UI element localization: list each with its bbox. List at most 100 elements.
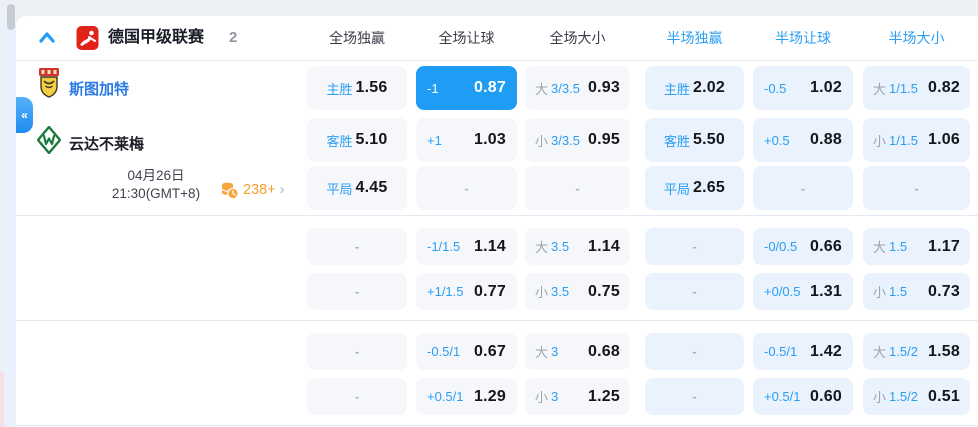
odds-value: 0.67 — [474, 342, 506, 360]
ft-handicap-alt-cell[interactable]: -0.5/1 0.67 — [416, 333, 517, 370]
ft-handicap-alt-cell[interactable]: -1/1.5 1.14 — [416, 228, 517, 265]
ft-1x2-home-cell[interactable]: 主胜 1.56 — [307, 66, 407, 110]
ht-1x2-home-cell[interactable]: 主胜 2.02 — [645, 66, 744, 110]
odds-value: 2.02 — [693, 79, 725, 96]
ou-side: 小 — [535, 133, 549, 149]
ht-under-cell[interactable]: 小 1/1.5 1.06 — [863, 118, 970, 162]
handicap-line: -1/1.5 — [427, 239, 461, 254]
handicap-line: +0.5/1 — [764, 389, 801, 404]
odds-label: 主胜 — [326, 81, 353, 97]
odds-value: 0.88 — [810, 131, 842, 148]
handicap-line: -0.5 — [764, 80, 787, 96]
ht-handicap-alt-cell[interactable]: +0.5/1 0.60 — [753, 378, 853, 415]
league-header-row: 德国甲级联赛 2 全场独赢 全场让球 全场大小 半场独赢 半场让球 半场大小 — [16, 16, 978, 61]
odds-value: 0.51 — [928, 387, 960, 405]
ou-side: 大 — [873, 81, 887, 97]
empty-odds-cell: - — [645, 333, 744, 370]
ft-over-alt-cell[interactable]: 大 3 0.68 — [525, 333, 630, 370]
handicap-line: +0/0.5 — [764, 284, 801, 299]
ft-over-cell[interactable]: 大 3/3.5 0.93 — [525, 66, 630, 110]
odds-value: 0.87 — [474, 79, 506, 96]
odds-value: 0.73 — [928, 282, 960, 300]
ht-handicap-away-cell[interactable]: +0.5 0.88 — [753, 118, 853, 162]
ou-side: 大 — [873, 240, 887, 255]
empty-odds-cell: - — [645, 378, 744, 415]
empty-odds-cell: - — [307, 273, 407, 310]
group-separator — [16, 215, 978, 216]
betting-page: « 德国甲级联赛 2 全场独赢 全场让球 全场大小 半场独赢 半场让球 半场大小 — [0, 0, 978, 427]
odds-label: 客胜 — [664, 133, 691, 149]
odds-value: 1.17 — [928, 237, 960, 255]
ht-1x2-draw-cell[interactable]: 平局 2.65 — [645, 166, 744, 210]
ht-handicap-alt-cell[interactable]: -0.5/1 1.42 — [753, 333, 853, 370]
odds-value: 0.68 — [588, 342, 620, 360]
empty-odds-cell: - — [753, 166, 853, 210]
column-header-halftime-1x2: 半场独赢 — [666, 30, 723, 46]
ht-over-cell[interactable]: 大 1/1.5 0.82 — [863, 66, 970, 110]
ou-line: 3/3.5 — [551, 132, 580, 148]
scrollbar-thumb[interactable] — [7, 4, 15, 30]
handicap-line: +1/1.5 — [427, 284, 464, 299]
ft-handicap-alt-cell[interactable]: +0.5/1 1.29 — [416, 378, 517, 415]
ou-side: 大 — [535, 345, 549, 360]
league-odds-panel: 德国甲级联赛 2 全场独赢 全场让球 全场大小 半场独赢 半场让球 半场大小 斯… — [16, 16, 978, 427]
odds-value: 0.82 — [928, 79, 960, 96]
ou-line: 1.5 — [889, 284, 908, 299]
handicap-line: -0/0.5 — [764, 239, 798, 254]
odds-value: 1.56 — [355, 79, 388, 96]
odds-value: 0.60 — [810, 387, 842, 405]
handicap-line: -0.5/1 — [764, 344, 798, 359]
ou-line: 1.5/2 — [889, 389, 918, 404]
handicap-line: +0.5/1 — [427, 389, 464, 404]
empty-odds-cell: - — [525, 166, 630, 210]
ou-side: 大 — [535, 240, 549, 255]
empty-odds-cell: - — [307, 333, 407, 370]
odds-label: 平局 — [664, 181, 691, 197]
handicap-line: -1 — [427, 80, 439, 96]
ft-over-alt-cell[interactable]: 大 3.5 1.14 — [525, 228, 630, 265]
ft-handicap-away-cell[interactable]: +1 1.03 — [416, 118, 517, 162]
league-match-count: 2 — [229, 29, 238, 46]
odds-value: 0.66 — [810, 237, 842, 255]
ou-line: 3.5 — [551, 284, 570, 299]
ou-side: 小 — [535, 285, 549, 300]
odds-value: 1.31 — [810, 282, 842, 300]
ht-handicap-home-cell[interactable]: -0.5 1.02 — [753, 66, 853, 110]
ft-1x2-away-cell[interactable]: 客胜 5.10 — [307, 118, 407, 162]
ou-line: 3 — [551, 389, 559, 404]
odds-value: 1.42 — [810, 342, 842, 360]
odds-value: 1.03 — [474, 131, 506, 148]
ft-under-cell[interactable]: 小 3/3.5 0.95 — [525, 118, 630, 162]
ht-over-alt-cell[interactable]: 大 1.5 1.17 — [863, 228, 970, 265]
odds-row-home: 主胜 1.56 -1 0.87 大 3/3.5 0.93 主胜 2.02 -0.5 1.02… — [16, 66, 978, 110]
column-header-fulltime-handicap: 全场让球 — [438, 30, 495, 46]
ht-under-alt-cell[interactable]: 小 1.5 0.73 — [863, 273, 970, 310]
ou-side: 小 — [873, 390, 887, 405]
ou-side: 小 — [873, 285, 887, 300]
ft-1x2-draw-cell[interactable]: 平局 4.45 — [307, 166, 407, 210]
ht-handicap-alt-cell[interactable]: +0/0.5 1.31 — [753, 273, 853, 310]
odds-value: 1.29 — [474, 387, 506, 405]
ht-under-alt-cell[interactable]: 小 1.5/2 0.51 — [863, 378, 970, 415]
bundesliga-logo-icon — [76, 26, 99, 50]
empty-odds-cell: - — [307, 228, 407, 265]
collapse-sidebar-tab[interactable]: « — [16, 97, 33, 133]
ou-side: 小 — [535, 390, 549, 405]
odds-value: 0.93 — [588, 79, 620, 96]
left-rail — [4, 14, 16, 427]
ft-handicap-alt-cell[interactable]: +1/1.5 0.77 — [416, 273, 517, 310]
ou-line: 1.5 — [889, 239, 908, 254]
ou-side: 小 — [873, 133, 887, 149]
odds-label: 客胜 — [326, 133, 353, 149]
ou-line: 1.5/2 — [889, 344, 918, 359]
odds-value: 4.45 — [355, 179, 388, 196]
collapse-league-chevron-up-icon[interactable] — [38, 29, 56, 47]
group-separator — [16, 320, 978, 321]
ht-1x2-away-cell[interactable]: 客胜 5.50 — [645, 118, 744, 162]
ft-under-alt-cell[interactable]: 小 3 1.25 — [525, 378, 630, 415]
ht-over-alt-cell[interactable]: 大 1.5/2 1.58 — [863, 333, 970, 370]
ft-under-alt-cell[interactable]: 小 3.5 0.75 — [525, 273, 630, 310]
empty-odds-cell: - — [863, 166, 970, 210]
ft-handicap-home-cell-selected[interactable]: -1 0.87 — [416, 66, 517, 110]
ht-handicap-alt-cell[interactable]: -0/0.5 0.66 — [753, 228, 853, 265]
